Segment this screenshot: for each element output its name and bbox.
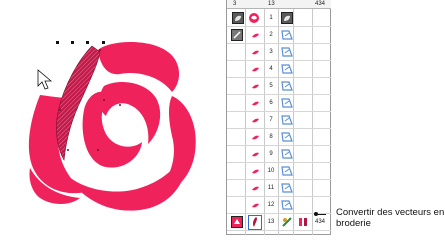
petal-shape-icon[interactable]: [249, 199, 261, 211]
object-number: 7: [269, 117, 273, 123]
object-row[interactable]: 3: [227, 44, 331, 61]
header-count-b: 13: [268, 1, 275, 7]
object-number: 1: [269, 15, 273, 21]
rose-artwork[interactable]: [28, 42, 196, 211]
object-number: 12: [267, 202, 275, 208]
object-number: 5: [269, 83, 273, 89]
callout-line: [314, 214, 326, 215]
object-row[interactable]: 4: [227, 61, 331, 78]
object-number: 2: [269, 32, 273, 38]
group-thumb-icon[interactable]: [232, 12, 244, 24]
petal-shape-icon[interactable]: [249, 182, 261, 194]
petal-shape-icon[interactable]: [249, 165, 261, 177]
object-number: 11: [267, 185, 275, 191]
header-count-a: 3: [233, 1, 237, 7]
vector-tool-icon[interactable]: [281, 114, 293, 126]
edit-vector-icon[interactable]: [231, 29, 243, 41]
vector-tool-icon[interactable]: [281, 63, 293, 75]
group-thumb-icon[interactable]: [281, 12, 293, 24]
object-row[interactable]: 1: [227, 10, 331, 27]
petal-shape-icon[interactable]: [249, 29, 261, 41]
vector-tool-icon[interactable]: [281, 199, 293, 211]
vector-tool-icon[interactable]: [281, 80, 293, 92]
color-thread-icon[interactable]: [297, 216, 309, 228]
petal-shape-icon[interactable]: [249, 131, 261, 143]
petal-shape-icon[interactable]: [249, 114, 261, 126]
object-number: 9: [269, 151, 273, 157]
petal-shape-icon[interactable]: [249, 80, 261, 92]
object-row[interactable]: 8: [227, 129, 331, 146]
petal-shape-icon[interactable]: [249, 148, 261, 160]
object-number: 6: [269, 100, 273, 106]
rose-thumb-icon[interactable]: [248, 12, 260, 24]
vector-tool-icon[interactable]: [281, 182, 293, 194]
callout-text: Convertir des vecteurs en broderie: [336, 207, 445, 229]
petal-shape-icon[interactable]: [249, 46, 261, 58]
design-canvas[interactable]: [0, 0, 225, 242]
vector-tool-icon[interactable]: [281, 29, 293, 41]
object-number: 13: [267, 219, 275, 225]
object-number: 3: [269, 49, 273, 55]
stitch-type-icon[interactable]: [281, 216, 293, 228]
vector-tool-icon[interactable]: [281, 165, 293, 177]
panel-header: 3 13 434: [227, 0, 331, 9]
vector-tool-icon[interactable]: [281, 131, 293, 143]
object-row[interactable]: 10: [227, 163, 331, 180]
object-row[interactable]: 7: [227, 112, 331, 129]
object-number: 4: [269, 66, 273, 72]
embroidery-thumb-icon[interactable]: [231, 216, 243, 228]
object-number: 8: [269, 134, 273, 140]
petal-stitch-icon[interactable]: [249, 216, 261, 228]
object-row[interactable]: 5: [227, 78, 331, 95]
callout: Convertir des vecteurs en broderie: [314, 207, 444, 237]
object-number: 10: [267, 168, 275, 174]
object-row[interactable]: 2: [227, 27, 331, 44]
header-count-c: 434: [315, 1, 326, 7]
object-row[interactable]: 11: [227, 180, 331, 197]
object-row[interactable]: 6: [227, 95, 331, 112]
selection-handles[interactable]: [56, 41, 105, 44]
object-list-panel[interactable]: 3 13 434 1 2 3 4 5 6 7 8 9 10 11 12 13 434: [226, 0, 331, 235]
vector-tool-icon[interactable]: [281, 46, 293, 58]
vector-tool-icon[interactable]: [281, 97, 293, 109]
mouse-cursor-icon: [37, 69, 53, 90]
vector-tool-icon[interactable]: [281, 148, 293, 160]
petal-shape-icon[interactable]: [249, 63, 261, 75]
object-row[interactable]: 9: [227, 146, 331, 163]
petal-shape-icon[interactable]: [249, 97, 261, 109]
